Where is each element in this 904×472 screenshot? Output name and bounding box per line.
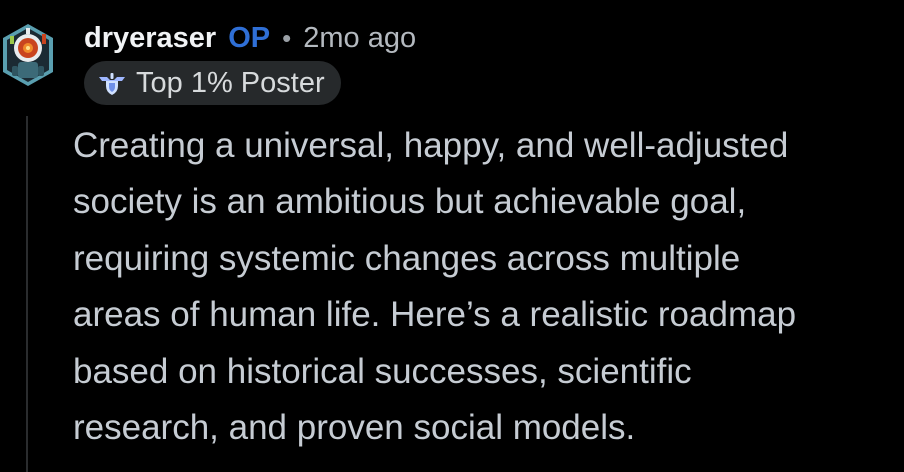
comment-body-line: research, and proven social models. <box>73 408 636 448</box>
comment-body-line: society is an ambitious but achievable g… <box>73 182 747 222</box>
comment-body-line: areas of human life. Here’s a realistic … <box>73 295 797 335</box>
shield-wings-icon <box>99 73 125 95</box>
user-avatar[interactable] <box>0 22 56 88</box>
comment-header: dryeraser OP • 2mo ago <box>84 18 416 58</box>
comment-body-line: requiring systemic changes across multip… <box>73 238 741 278</box>
comment-body-line: based on historical successes, scientifi… <box>73 351 692 391</box>
op-badge: OP <box>228 21 271 54</box>
flair-label: Top 1% Poster <box>136 66 325 99</box>
comment-body-line: Creating a universal, happy, and well-ad… <box>73 126 789 165</box>
comment-timestamp: 2mo ago <box>303 21 417 54</box>
user-flair-badge: Top 1% Poster <box>84 61 341 105</box>
comment: dryeraser OP • 2mo ago Top 1% Poster Cre… <box>0 0 904 472</box>
meta-separator: • <box>282 22 292 53</box>
thread-line[interactable] <box>26 116 28 472</box>
comment-body: Creating a universal, happy, and well-ad… <box>73 118 899 456</box>
username-link[interactable]: dryeraser <box>84 22 216 55</box>
robot-snoo-avatar-icon <box>3 24 53 86</box>
